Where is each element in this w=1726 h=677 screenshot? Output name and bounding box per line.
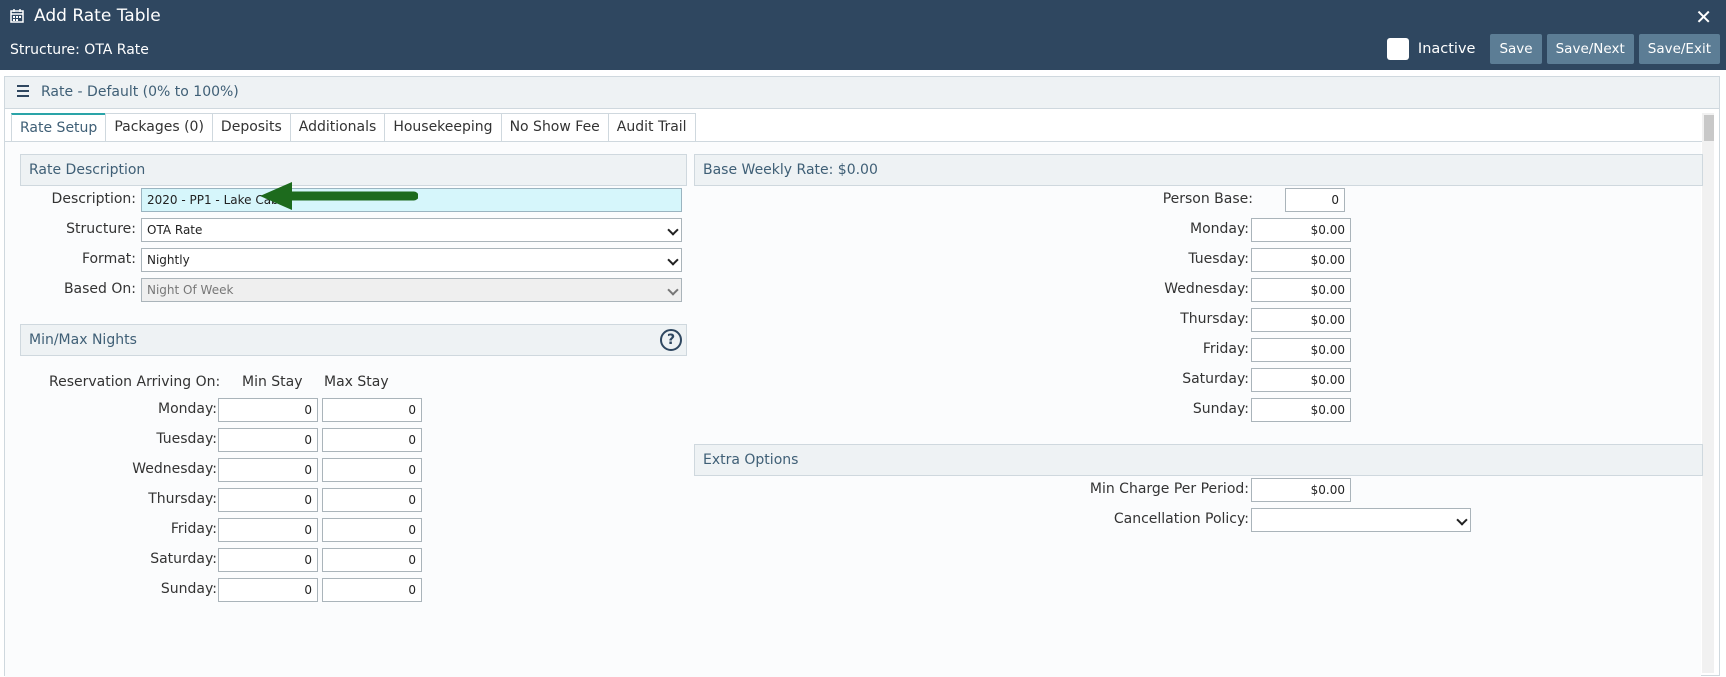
tab-bar: Rate Setup Packages (0) Deposits Additio…: [11, 113, 696, 141]
max-stay-input[interactable]: 0: [322, 578, 422, 602]
min-stay-input[interactable]: 0: [218, 398, 318, 422]
person-base-input[interactable]: 0: [1285, 188, 1345, 212]
rate-panel: Rate - Default (0% to 100%) Rate Setup P…: [4, 76, 1720, 677]
tab-packages[interactable]: Packages (0): [105, 113, 213, 141]
max-stay-input[interactable]: 0: [322, 488, 422, 512]
rate-header: Rate - Default (0% to 100%): [5, 77, 1719, 109]
base-weekly-rate-header: Base Weekly Rate: $0.00: [694, 154, 1703, 186]
tab-deposits[interactable]: Deposits: [211, 113, 291, 141]
rate-setup-content: Rate Description Description: 2020 - PP1…: [5, 142, 1703, 677]
chevron-down-icon: [667, 254, 679, 266]
min-stay-input[interactable]: 0: [218, 578, 318, 602]
weekly-rate-input[interactable]: $0.00: [1251, 308, 1351, 332]
calendar-icon: [10, 9, 24, 23]
cancellation-policy-select[interactable]: [1251, 508, 1471, 532]
person-base-label: Person Base:: [1162, 191, 1253, 207]
max-stay-input[interactable]: 0: [322, 398, 422, 422]
save-button[interactable]: Save: [1490, 34, 1542, 64]
tab-no-show-fee[interactable]: No Show Fee: [500, 113, 609, 141]
window-header: Add Rate Table ✕ Structure: OTA Rate Ina…: [0, 0, 1726, 70]
close-icon[interactable]: ✕: [1695, 5, 1712, 29]
min-max-day-label: Friday:: [170, 521, 217, 537]
hamburger-menu-icon[interactable]: [17, 85, 29, 100]
structure-label: Structure: OTA Rate: [10, 42, 149, 58]
based-on-select[interactable]: Night Of Week: [141, 278, 682, 302]
weekly-day-label: Saturday:: [1182, 371, 1249, 387]
save-exit-button[interactable]: Save/Exit: [1638, 34, 1720, 64]
scrollbar-thumb[interactable]: [1704, 115, 1714, 141]
title-row: Add Rate Table: [10, 6, 161, 26]
chevron-down-icon: [667, 284, 679, 296]
tab-housekeeping[interactable]: Housekeeping: [384, 113, 502, 141]
min-max-day-label: Tuesday:: [156, 431, 217, 447]
weekly-rate-input[interactable]: $0.00: [1251, 218, 1351, 242]
weekly-rate-input[interactable]: $0.00: [1251, 368, 1351, 392]
min-max-nights-title: Min/Max Nights: [29, 332, 137, 348]
weekly-rate-input[interactable]: $0.00: [1251, 278, 1351, 302]
header-actions: Inactive Save Save/Next Save/Exit: [1386, 34, 1720, 64]
min-max-day-label: Monday:: [158, 401, 217, 417]
max-stay-header: Max Stay: [324, 374, 389, 390]
weekly-day-label: Sunday:: [1192, 401, 1249, 417]
reservation-arriving-label: Reservation Arriving On:: [49, 374, 221, 390]
weekly-day-label: Tuesday:: [1188, 251, 1249, 267]
min-stay-input[interactable]: 0: [218, 428, 318, 452]
min-charge-input[interactable]: $0.00: [1251, 478, 1351, 502]
cancellation-policy-label: Cancellation Policy:: [1113, 511, 1249, 527]
based-on-select-value: Night Of Week: [147, 283, 234, 297]
help-icon[interactable]: ?: [660, 329, 682, 351]
scrollbar-track[interactable]: [1702, 113, 1714, 673]
min-stay-input[interactable]: 0: [218, 518, 318, 542]
format-select[interactable]: Nightly: [141, 248, 682, 272]
min-max-day-label: Wednesday:: [132, 461, 217, 477]
chevron-down-icon: [667, 224, 679, 236]
min-max-day-label: Thursday:: [148, 491, 217, 507]
min-max-nights-header: Min/Max Nights ?: [20, 324, 687, 356]
min-stay-input[interactable]: 0: [218, 458, 318, 482]
structure-select-value: OTA Rate: [147, 223, 203, 237]
page-title: Add Rate Table: [34, 6, 161, 26]
min-stay-input[interactable]: 0: [218, 488, 318, 512]
min-stay-input[interactable]: 0: [218, 548, 318, 572]
based-on-label: Based On:: [63, 281, 136, 297]
weekly-rate-input[interactable]: $0.00: [1251, 248, 1351, 272]
min-charge-label: Min Charge Per Period:: [1089, 481, 1249, 497]
weekly-rate-input[interactable]: $0.00: [1251, 398, 1351, 422]
chevron-down-icon: [1456, 514, 1468, 526]
format-select-value: Nightly: [147, 253, 190, 267]
inactive-label: Inactive: [1417, 41, 1476, 57]
min-max-day-label: Saturday:: [150, 551, 217, 567]
max-stay-input[interactable]: 0: [322, 458, 422, 482]
green-arrow-annotation: [260, 182, 418, 210]
max-stay-input[interactable]: 0: [322, 548, 422, 572]
tab-audit-trail[interactable]: Audit Trail: [607, 113, 696, 141]
rate-title: Rate - Default (0% to 100%): [41, 84, 239, 100]
min-stay-header: Min Stay: [242, 374, 303, 390]
weekly-day-label: Monday:: [1190, 221, 1249, 237]
description-label: Description:: [51, 191, 136, 207]
structure-field-label: Structure:: [66, 221, 136, 237]
weekly-rate-input[interactable]: $0.00: [1251, 338, 1351, 362]
format-label: Format:: [81, 251, 136, 267]
weekly-day-label: Wednesday:: [1164, 281, 1249, 297]
structure-select[interactable]: OTA Rate: [141, 218, 682, 242]
save-next-button[interactable]: Save/Next: [1546, 34, 1634, 64]
weekly-day-label: Thursday:: [1180, 311, 1249, 327]
max-stay-input[interactable]: 0: [322, 428, 422, 452]
extra-options-header: Extra Options: [694, 444, 1703, 476]
min-max-day-label: Sunday:: [160, 581, 217, 597]
inactive-checkbox[interactable]: [1386, 38, 1409, 60]
max-stay-input[interactable]: 0: [322, 518, 422, 542]
tab-additionals[interactable]: Additionals: [289, 113, 386, 141]
weekly-day-label: Friday:: [1202, 341, 1249, 357]
tab-rate-setup[interactable]: Rate Setup: [11, 113, 107, 141]
